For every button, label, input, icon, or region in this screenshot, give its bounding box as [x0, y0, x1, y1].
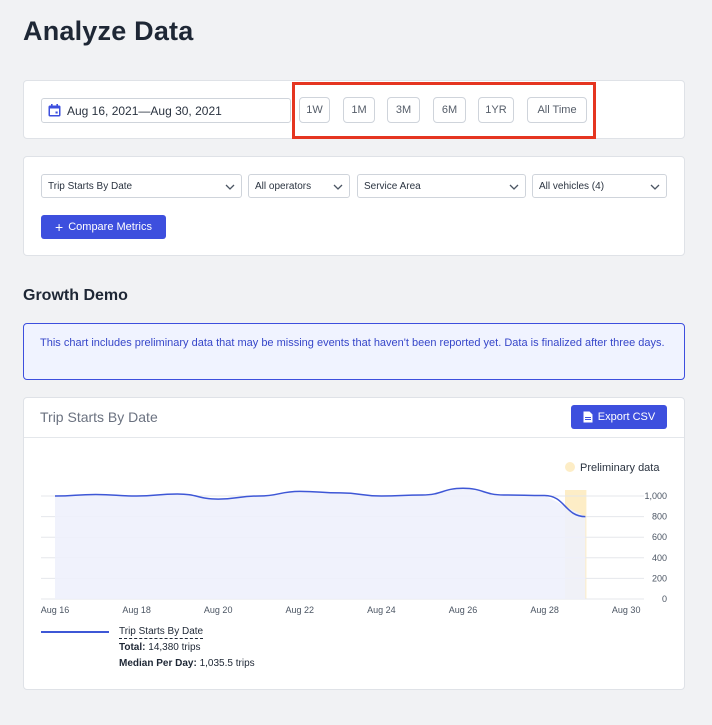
plus-icon: + [55, 219, 64, 235]
chevron-down-icon [333, 184, 343, 190]
service-area-select-value: Service Area [364, 180, 421, 192]
date-range-text: Aug 16, 2021—Aug 30, 2021 [67, 103, 222, 118]
file-icon [583, 411, 593, 423]
compare-metrics-button[interactable]: + Compare Metrics [41, 215, 166, 239]
x-tick-label: Aug 28 [530, 605, 559, 615]
chart-card: Trip Starts By Date Export CSV 1,000 800 6… [23, 397, 685, 690]
legend-median: Median Per Day: 1,035.5 trips [119, 658, 255, 669]
export-csv-label: Export CSV [597, 411, 656, 423]
compare-metrics-label: Compare Metrics [68, 221, 152, 233]
x-tick-label: Aug 22 [286, 605, 315, 615]
x-tick-label: Aug 16 [41, 605, 70, 615]
calendar-icon [48, 104, 61, 117]
legend-series-name[interactable]: Trip Starts By Date [119, 626, 204, 639]
preliminary-legend-label: Preliminary data [580, 462, 660, 474]
service-area-select[interactable]: Service Area [357, 174, 526, 198]
preliminary-legend-dot [565, 462, 575, 472]
export-csv-button[interactable]: Export CSV [571, 405, 667, 429]
operators-select-value: All operators [255, 180, 312, 192]
x-tick-label: Aug 18 [122, 605, 151, 615]
chart-title: Trip Starts By Date [40, 409, 158, 425]
total-value: 14,380 trips [148, 642, 201, 653]
chevron-down-icon [509, 184, 519, 190]
y-tick-label: 400 [652, 553, 667, 563]
date-range-picker[interactable]: Aug 16, 2021—Aug 30, 2021 [41, 98, 291, 123]
y-tick-label: 1,000 [644, 491, 667, 501]
x-tick-label: Aug 20 [204, 605, 233, 615]
metric-select[interactable]: Trip Starts By Date [41, 174, 242, 198]
vehicles-select[interactable]: All vehicles (4) [532, 174, 667, 198]
range-button-3m[interactable]: 3M [387, 97, 420, 123]
x-tick-label: Aug 26 [449, 605, 478, 615]
range-button-6m[interactable]: 6M [433, 97, 466, 123]
page-title: Analyze Data [23, 16, 194, 46]
section-title: Growth Demo [23, 287, 128, 304]
legend-total: Total: 14,380 trips [119, 642, 201, 653]
series-area [55, 488, 586, 599]
y-tick-label: 600 [652, 532, 667, 542]
chevron-down-icon [225, 184, 235, 190]
filter-card: Trip Starts By Date All operators Servic… [23, 156, 685, 256]
median-label: Median Per Day: [119, 658, 197, 669]
operators-select[interactable]: All operators [248, 174, 350, 198]
range-button-1m[interactable]: 1M [343, 97, 375, 123]
median-value: 1,035.5 trips [199, 658, 255, 669]
trip-starts-chart: 1,000 800 600 400 200 0 Aug 16 Aug 18 Aug 20 Aug … [41, 462, 667, 615]
vehicles-select-value: All vehicles (4) [539, 180, 605, 192]
x-tick-label: Aug 30 [612, 605, 641, 615]
range-button-1yr[interactable]: 1YR [478, 97, 514, 123]
x-tick-label: Aug 24 [367, 605, 396, 615]
date-range-card: Aug 16, 2021—Aug 30, 2021 1W 1M 3M 6M 1Y… [23, 80, 685, 139]
range-button-1w[interactable]: 1W [299, 97, 330, 123]
y-tick-label: 0 [662, 594, 667, 604]
total-label: Total: [119, 642, 146, 653]
y-tick-label: 200 [652, 573, 667, 583]
chart-header: Trip Starts By Date Export CSV [24, 398, 684, 438]
y-tick-label: 800 [652, 512, 667, 522]
metric-select-value: Trip Starts By Date [48, 180, 133, 192]
chevron-down-icon [650, 184, 660, 190]
legend-series-line [41, 631, 109, 633]
preliminary-notice: This chart includes preliminary data tha… [23, 323, 685, 380]
range-button-all-time[interactable]: All Time [527, 97, 587, 123]
